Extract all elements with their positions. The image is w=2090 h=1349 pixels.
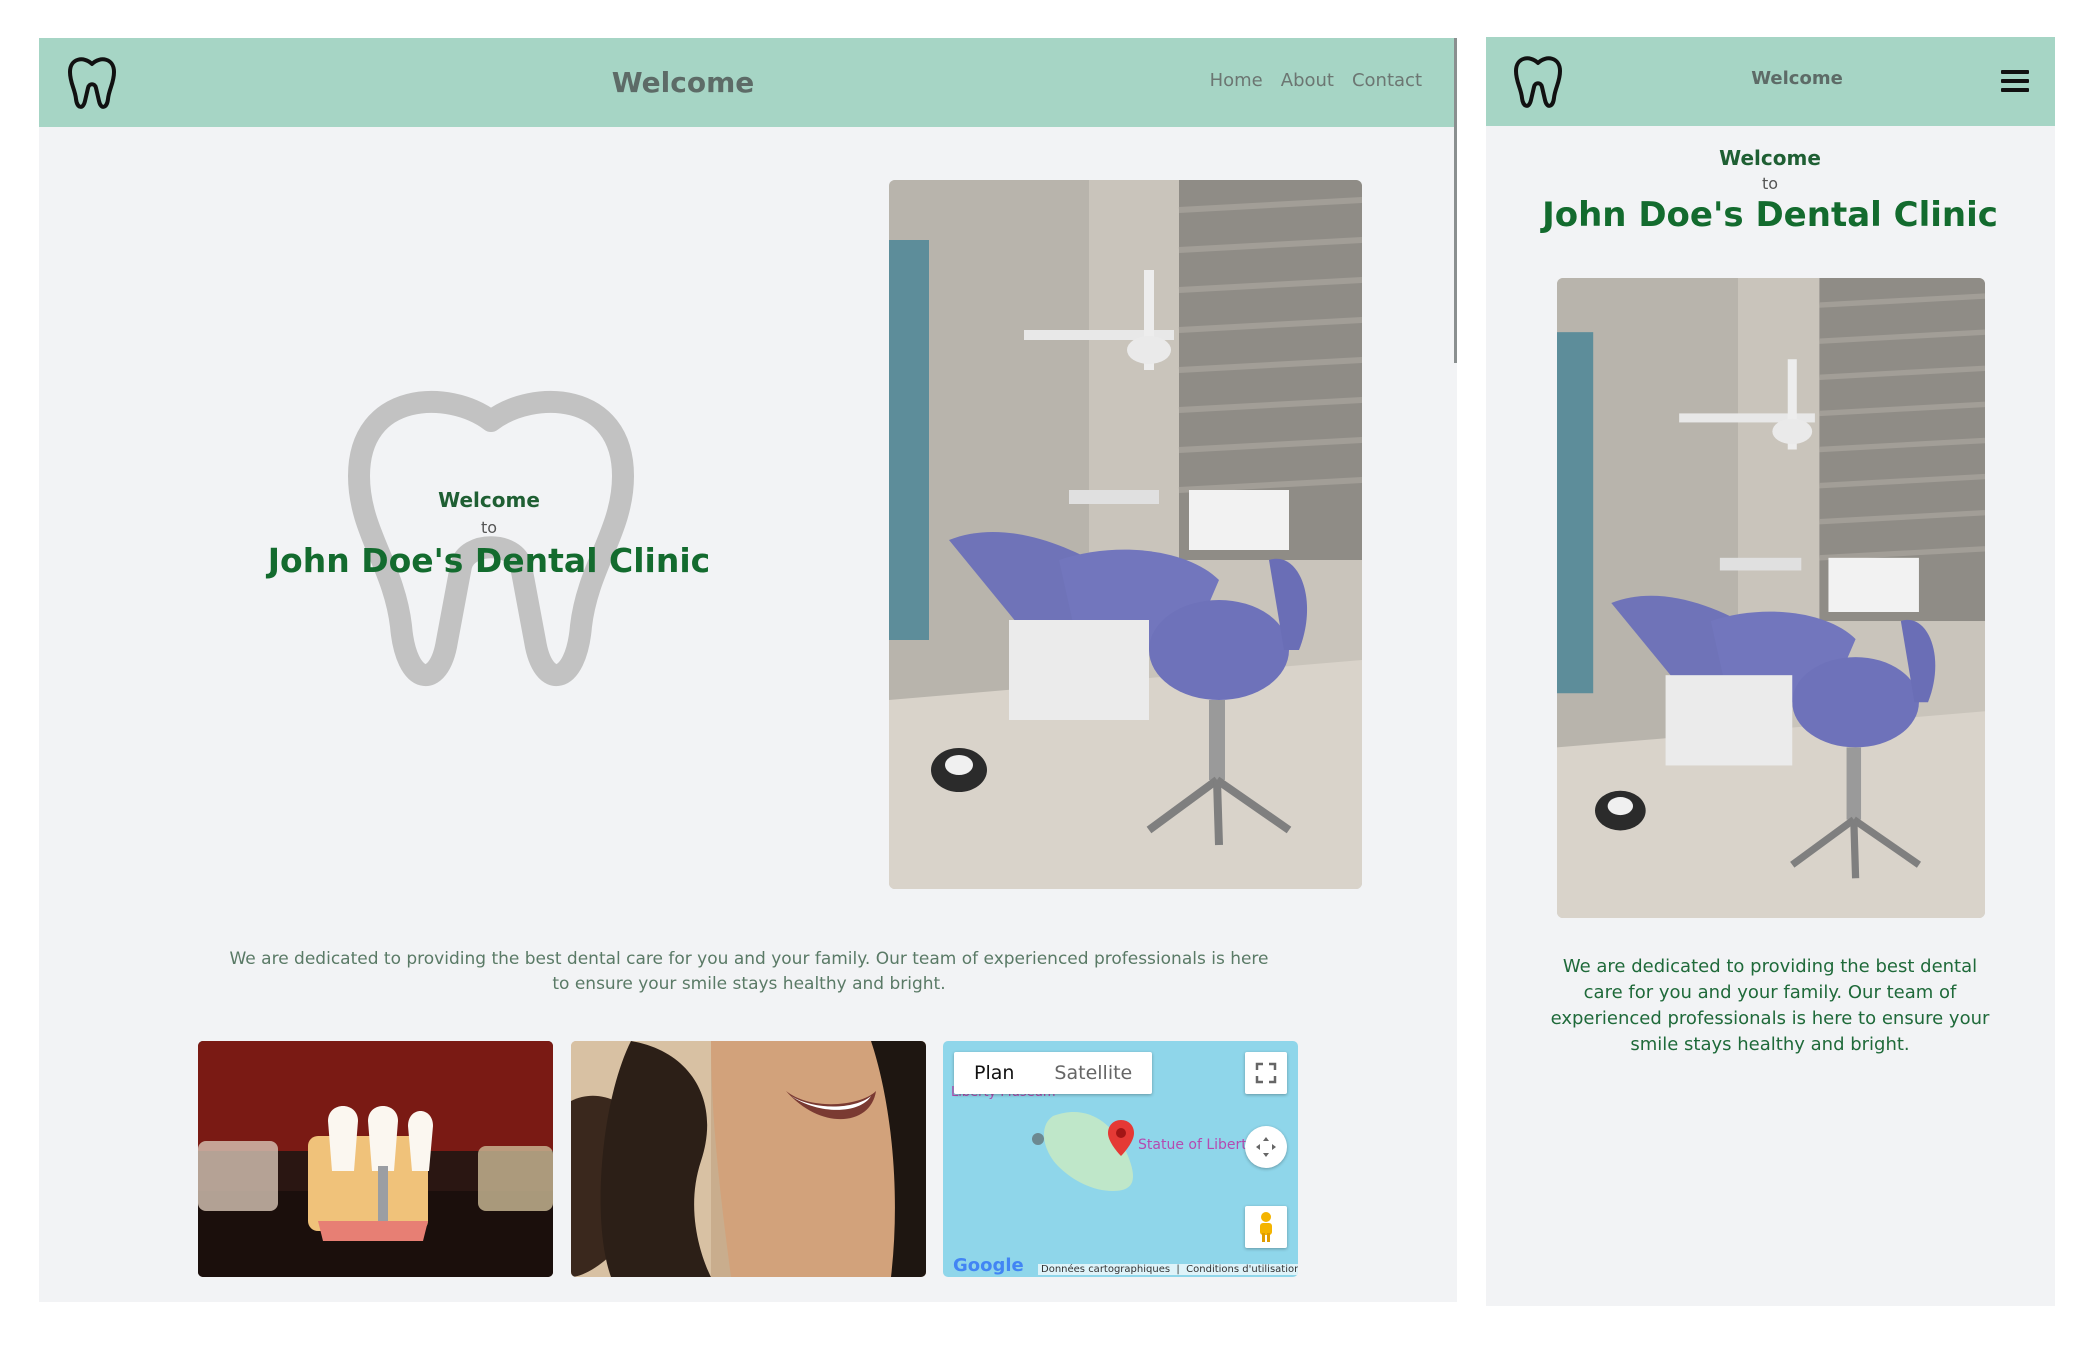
location-map[interactable]: Liberty Museum Statue of Libert Plan Sat… — [943, 1041, 1298, 1277]
dental-implant-model-photo — [198, 1041, 553, 1277]
hero-welcome: Welcome — [1719, 146, 1821, 170]
hero-to: to — [1761, 174, 1779, 193]
nav-about-link[interactable]: About — [1281, 70, 1334, 91]
hero-welcome: Welcome — [438, 488, 540, 512]
scrollbar-thumb[interactable] — [1454, 38, 1457, 363]
pegman-icon — [1260, 1212, 1272, 1242]
hamburger-menu-icon[interactable] — [2001, 70, 2029, 92]
fullscreen-icon — [1255, 1062, 1277, 1084]
hero-heading: Welcome to John Doe's Dental Clinic — [1542, 146, 1998, 235]
header-title: Welcome — [1751, 68, 1843, 89]
hero-clinic-name: John Doe's Dental Clinic — [1542, 195, 1998, 235]
camera-control-button[interactable] — [1245, 1126, 1287, 1168]
map-type-tabs: Plan Satellite — [954, 1052, 1153, 1094]
desktop-view: Welcome Home About Contact Welcome to Jo… — [39, 38, 1457, 1302]
hero-to: to — [480, 518, 498, 537]
map-terms-link[interactable]: Conditions d'utilisation — [1186, 1264, 1298, 1275]
clinic-room-photo — [1557, 278, 1985, 918]
map-tab-plan[interactable]: Plan — [954, 1052, 1034, 1094]
tooth-logo-icon[interactable] — [1512, 54, 1564, 111]
site-header: Welcome Home About Contact — [39, 38, 1457, 127]
google-logo: Google — [953, 1255, 1024, 1276]
tooth-logo-icon[interactable] — [66, 55, 118, 112]
street-view-button[interactable] — [1245, 1206, 1287, 1248]
intro-paragraph: We are dedicated to providing the best d… — [1550, 956, 1990, 1056]
clinic-room-photo — [889, 180, 1362, 889]
map-pin-icon[interactable] — [1106, 1118, 1136, 1158]
main-nav: Home About Contact — [1210, 70, 1422, 91]
smiling-woman-photo — [571, 1041, 926, 1277]
mobile-header: Welcome — [1486, 37, 2055, 126]
fullscreen-button[interactable] — [1245, 1052, 1287, 1094]
nav-contact-link[interactable]: Contact — [1352, 70, 1422, 91]
map-place-label: Statue of Libert — [1138, 1137, 1247, 1153]
hero-heading: Welcome to John Doe's Dental Clinic — [268, 488, 710, 580]
intro-paragraph: We are dedicated to providing the best d… — [229, 949, 1269, 994]
header-title: Welcome — [611, 66, 755, 99]
map-tab-satellite[interactable]: Satellite — [1034, 1052, 1152, 1094]
map-attribution: Données cartographiques | Conditions d'u… — [1038, 1264, 1298, 1275]
mobile-view: Welcome Welcome to John Doe's Dental Cli… — [1486, 37, 2055, 1306]
nav-home-link[interactable]: Home — [1210, 70, 1263, 91]
camera-control-icon — [1256, 1137, 1276, 1157]
map-data-link[interactable]: Données cartographiques — [1041, 1264, 1170, 1275]
hero-clinic-name: John Doe's Dental Clinic — [267, 541, 711, 580]
